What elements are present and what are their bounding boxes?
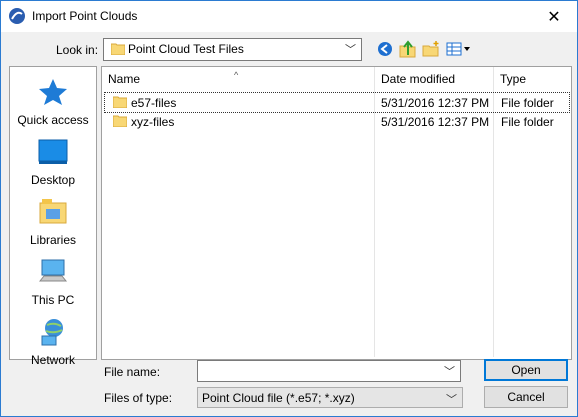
view-menu-icon (446, 42, 470, 56)
column-date-label: Date modified (381, 72, 456, 86)
place-quick-access[interactable]: Quick access (10, 77, 96, 135)
place-label: Libraries (29, 233, 77, 247)
chevron-down-icon[interactable]: ﹀ (444, 363, 455, 379)
column-date-header[interactable]: Date modified (375, 67, 493, 91)
file-list: Name ^ Date modified Type e57-files 5/31… (101, 66, 572, 360)
up-folder-icon (399, 40, 416, 58)
star-icon (39, 79, 67, 105)
place-libraries[interactable]: Libraries (10, 197, 96, 255)
desktop-icon (38, 139, 68, 164)
sort-ascending-icon: ^ (234, 70, 239, 80)
chevron-down-icon: ﹀ (446, 394, 457, 406)
back-button[interactable] (375, 39, 395, 59)
column-type-label: Type (500, 72, 527, 86)
file-date: 5/31/2016 12:37 PM (381, 96, 490, 110)
new-folder-icon (422, 41, 439, 57)
column-name-label: Name (108, 72, 141, 86)
network-icon (41, 319, 63, 346)
app-icon (9, 8, 25, 24)
folder-icon (113, 96, 127, 108)
up-folder-button[interactable] (398, 39, 418, 59)
import-dialog: Import Point Clouds ✕ Look in: Point Clo… (0, 0, 578, 417)
place-this-pc[interactable]: This PC (10, 257, 96, 315)
file-row[interactable]: xyz-files 5/31/2016 12:37 PM File folder (105, 112, 569, 131)
file-name-input[interactable]: ﹀ (197, 360, 461, 382)
chevron-down-icon: ﹀ (345, 44, 356, 56)
view-menu-button[interactable] (446, 39, 472, 59)
files-of-type-label: Files of type: (104, 391, 173, 405)
file-name: xyz-files (131, 115, 175, 129)
place-network[interactable]: Network (10, 317, 96, 375)
libraries-icon (39, 199, 67, 224)
file-date: 5/31/2016 12:37 PM (381, 115, 490, 129)
file-name: e57-files (131, 96, 177, 110)
computer-icon (38, 259, 68, 282)
folder-icon (113, 115, 127, 127)
files-of-type-dropdown[interactable]: Point Cloud file (*.e57; *.xyz) ﹀ (197, 387, 463, 408)
files-of-type-value: Point Cloud file (*.e57; *.xyz) (202, 391, 355, 405)
look-in-dropdown[interactable]: Point Cloud Test Files ﹀ (103, 38, 362, 61)
title-bar: Import Point Clouds ✕ (1, 1, 577, 32)
file-row[interactable]: e57-files 5/31/2016 12:37 PM File folder (104, 92, 570, 113)
file-type: File folder (501, 115, 554, 129)
cancel-button[interactable]: Cancel (484, 386, 568, 408)
places-bar: Quick access Desktop Libraries This PC N… (9, 66, 97, 367)
look-in-value: Point Cloud Test Files (128, 42, 244, 56)
column-type-header[interactable]: Type (494, 67, 570, 91)
new-folder-button[interactable] (421, 39, 441, 59)
window-title: Import Point Clouds (32, 9, 138, 23)
open-button[interactable]: Open (484, 359, 568, 381)
place-label: Quick access (17, 113, 89, 127)
file-name-label: File name: (104, 365, 161, 379)
close-button[interactable]: ✕ (531, 1, 577, 32)
look-in-label: Look in: (56, 43, 99, 57)
file-type: File folder (501, 96, 554, 110)
back-icon (378, 42, 392, 56)
place-label: This PC (31, 293, 75, 307)
folder-icon (111, 43, 125, 55)
close-icon: ✕ (547, 8, 561, 26)
column-name-header[interactable]: Name ^ (102, 67, 372, 91)
place-label: Network (30, 353, 75, 367)
place-desktop[interactable]: Desktop (10, 137, 96, 195)
place-label: Desktop (30, 173, 76, 187)
